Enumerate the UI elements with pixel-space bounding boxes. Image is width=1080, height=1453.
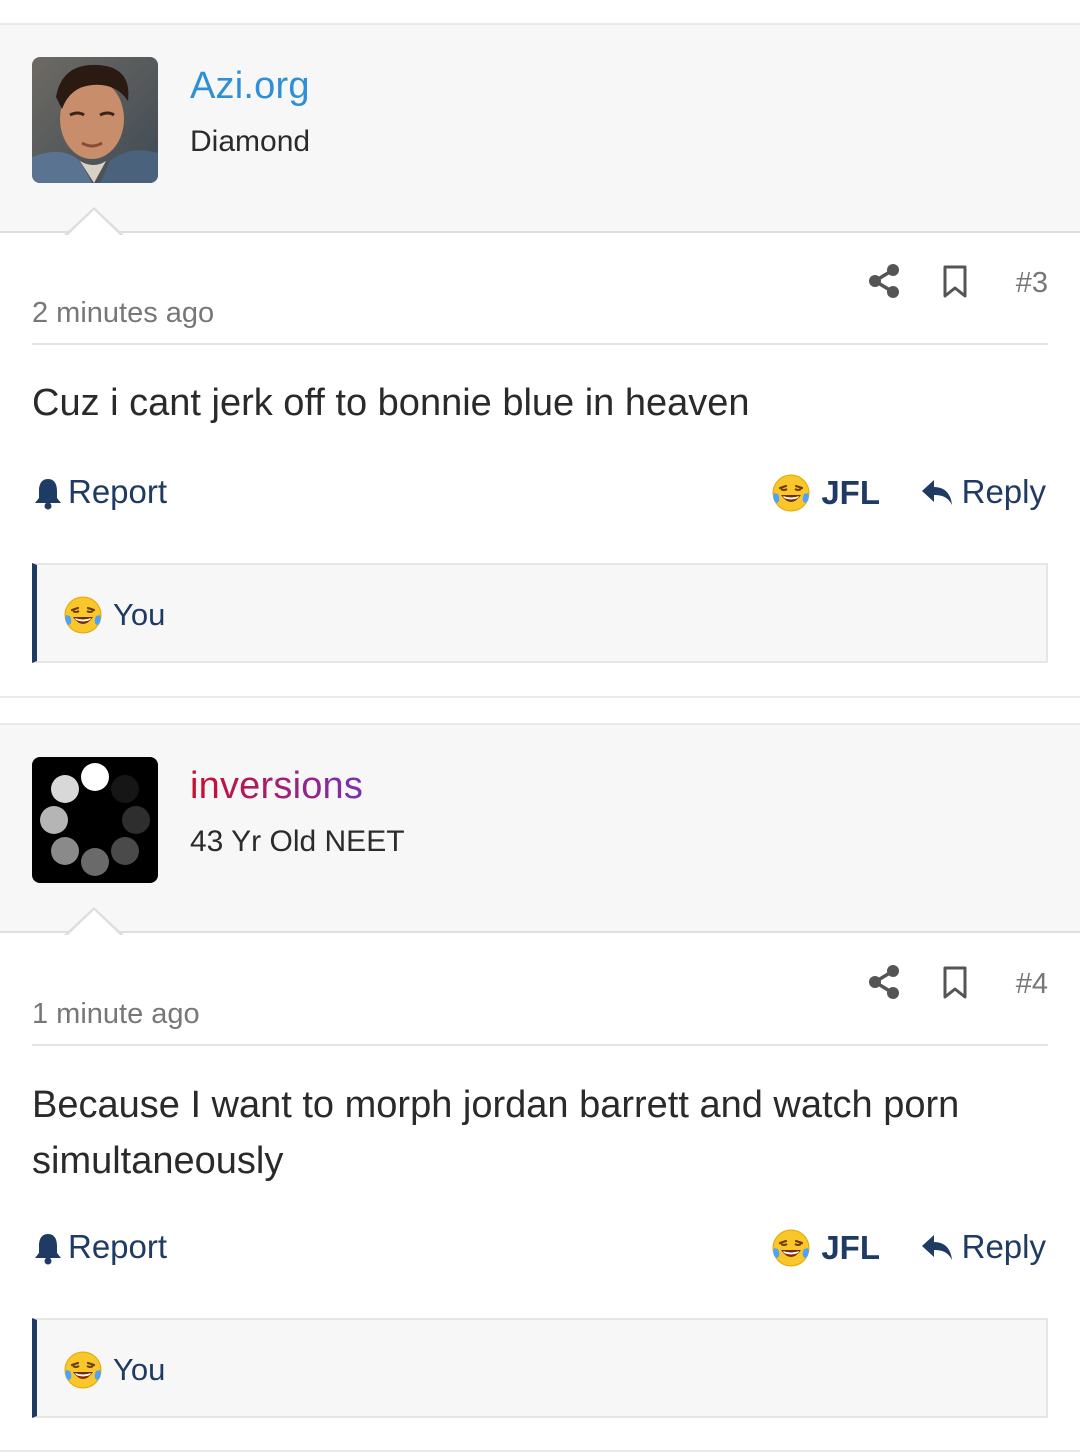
reply-button[interactable]: Reply	[920, 473, 1046, 511]
user-title: Diamond	[190, 125, 311, 158]
post-timestamp[interactable]: 2 minutes ago	[32, 297, 214, 330]
post-number[interactable]: #3	[1016, 267, 1048, 300]
share-icon[interactable]	[868, 263, 900, 299]
bookmark-icon[interactable]	[942, 265, 968, 299]
post-header: Azi.org Diamond	[0, 23, 1080, 237]
post-timestamp[interactable]: 1 minute ago	[32, 998, 200, 1031]
bell-icon	[32, 476, 64, 510]
reaction-summary[interactable]: You	[32, 1318, 1048, 1418]
username[interactable]: Azi.org	[190, 65, 310, 108]
reply-arrow-icon	[920, 477, 954, 507]
jfl-reaction-button[interactable]: JFL	[771, 473, 880, 513]
reply-label: Reply	[961, 1228, 1046, 1265]
user-title: 43 Yr Old NEET	[190, 825, 405, 858]
post-actions: Report JFL Reply	[32, 473, 1048, 523]
post-body: Because I want to morph jordan barrett a…	[32, 1084, 960, 1182]
laughing-crying-emoji-icon	[771, 1228, 811, 1268]
report-label: Report	[68, 473, 168, 510]
reply-arrow-icon	[920, 1232, 954, 1262]
reply-label: Reply	[961, 473, 1046, 510]
post-number[interactable]: #4	[1016, 968, 1048, 1001]
post-separator	[0, 696, 1080, 698]
laughing-crying-emoji-icon	[63, 1350, 103, 1390]
laughing-crying-emoji-icon	[63, 595, 103, 635]
report-label: Report	[68, 1228, 168, 1265]
meta-divider	[32, 343, 1048, 345]
post-body: Cuz i cant jerk off to bonnie blue in he…	[32, 382, 750, 424]
user-avatar[interactable]	[32, 57, 158, 183]
laughing-crying-emoji-icon	[771, 473, 811, 513]
reaction-summary[interactable]: You	[32, 563, 1048, 663]
username[interactable]: inversions	[190, 765, 363, 808]
header-pointer	[64, 207, 124, 237]
report-button[interactable]: Report	[32, 473, 167, 511]
meta-divider	[32, 1044, 1048, 1046]
bookmark-icon[interactable]	[942, 966, 968, 1000]
post-meta: 1 minute ago #4	[32, 964, 1048, 1044]
jfl-reaction-button[interactable]: JFL	[771, 1228, 880, 1268]
post-header: inversions 43 Yr Old NEET	[0, 723, 1080, 937]
post-actions: Report JFL Reply	[32, 1228, 1048, 1278]
post-separator	[0, 1450, 1080, 1452]
bell-icon	[32, 1231, 64, 1265]
post-meta: 2 minutes ago #3	[32, 263, 1048, 343]
reply-button[interactable]: Reply	[920, 1228, 1046, 1266]
share-icon[interactable]	[868, 964, 900, 1000]
reaction-user: You	[113, 597, 166, 632]
jfl-label: JFL	[821, 1229, 880, 1266]
report-button[interactable]: Report	[32, 1228, 167, 1266]
reaction-user: You	[113, 1352, 166, 1387]
jfl-label: JFL	[821, 474, 880, 511]
user-avatar[interactable]	[32, 757, 158, 883]
header-pointer	[64, 907, 124, 937]
